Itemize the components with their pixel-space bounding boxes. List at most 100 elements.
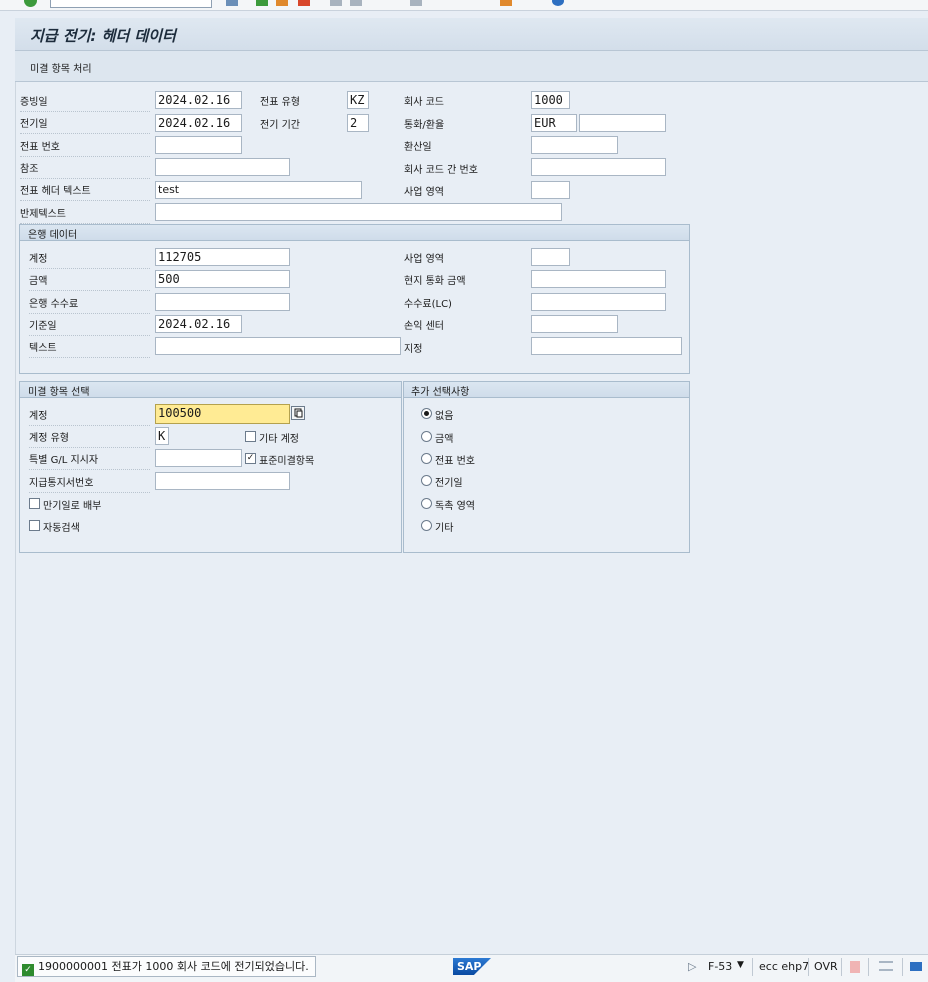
radio-none[interactable]	[421, 408, 432, 419]
first-page-icon[interactable]	[410, 0, 422, 6]
lock-icon[interactable]	[910, 962, 922, 971]
expand-status-icon[interactable]: ▷	[688, 960, 696, 973]
status-separator	[841, 958, 842, 976]
bank-charges-label: 은행 수수료	[29, 295, 150, 314]
save-icon[interactable]	[226, 0, 238, 6]
status-separator	[868, 958, 869, 976]
translation-date-label: 환산일	[404, 142, 432, 153]
amount-input[interactable]: 500	[155, 270, 290, 288]
cancel-icon[interactable]	[298, 0, 310, 6]
other-accounts-checkbox[interactable]	[245, 431, 256, 442]
back-icon[interactable]	[256, 0, 268, 6]
insert-mode[interactable]: OVR	[814, 960, 838, 973]
automatic-search-checkbox[interactable]	[29, 520, 40, 531]
status-message-text: 1900000001 전표가 1000 회사 코드에 전기되었습니다.	[38, 960, 309, 973]
cross-cc-number-label: 회사 코드 간 번호	[404, 165, 478, 176]
posting-date-label: 전기일	[20, 115, 150, 134]
value-date-input[interactable]: 2024.02.16	[155, 315, 242, 333]
radio-none-label: 없음	[435, 411, 454, 422]
doc-type-label: 전표 유형	[260, 97, 300, 108]
doc-type-input[interactable]: KZ	[347, 91, 369, 109]
header-business-area-input[interactable]	[531, 181, 570, 199]
posting-period-label: 전기 기간	[260, 120, 300, 131]
exit-icon[interactable]	[276, 0, 288, 6]
system-name: ecc ehp7	[759, 960, 810, 973]
status-separator	[808, 958, 809, 976]
connection-icon	[850, 961, 860, 973]
command-field[interactable]	[50, 0, 212, 8]
search-help-icon[interactable]	[291, 406, 305, 420]
lc-charges-label: 수수료(LC)	[404, 299, 452, 310]
radio-document-number[interactable]	[421, 453, 432, 464]
company-code-label: 회사 코드	[404, 97, 444, 108]
special-gl-input[interactable]	[155, 449, 242, 467]
screen-title: 지급 전기: 헤더 데이터	[30, 27, 176, 45]
bank-text-label: 텍스트	[29, 339, 150, 358]
doc-number-label: 전표 번호	[20, 138, 150, 157]
open-item-selection-title: 미결 항목 선택	[28, 387, 90, 398]
radio-others[interactable]	[421, 520, 432, 531]
payment-advice-input[interactable]	[155, 472, 290, 490]
radio-dunning-area[interactable]	[421, 498, 432, 509]
assignment-label: 지정	[404, 344, 423, 355]
bank-text-input[interactable]	[155, 337, 401, 355]
standard-open-items-label: 표준미결항목	[259, 456, 315, 467]
session-dropdown-icon[interactable]: ▼	[737, 960, 744, 970]
header-text-input[interactable]: test	[155, 181, 362, 199]
status-message[interactable]: ✓ 1900000001 전표가 1000 회사 코드에 전기되었습니다.	[17, 956, 316, 977]
status-separator	[902, 958, 903, 976]
lc-amount-label: 현지 통화 금액	[404, 276, 466, 287]
automatic-search-label: 자동검색	[43, 523, 80, 534]
radio-posting-date-label: 전기일	[435, 478, 463, 489]
radio-amount-label: 금액	[435, 434, 454, 445]
posting-period-input[interactable]: 2	[347, 114, 369, 132]
bank-business-area-input[interactable]	[531, 248, 570, 266]
print-icon[interactable]	[330, 0, 342, 6]
clearing-text-label: 반제텍스트	[20, 205, 150, 224]
company-code-input[interactable]: 1000	[531, 91, 570, 109]
standard-open-items-checkbox[interactable]: ✓	[245, 453, 256, 464]
currency-input[interactable]: EUR	[531, 114, 577, 132]
bank-business-area-label: 사업 영역	[404, 254, 444, 265]
bank-account-input[interactable]: 112705	[155, 248, 290, 266]
doc-number-input[interactable]	[155, 136, 242, 154]
distribute-by-age-checkbox[interactable]	[29, 498, 40, 509]
find-icon[interactable]	[350, 0, 362, 6]
account-type-input[interactable]: K	[155, 427, 169, 445]
header-text-label: 전표 헤더 텍스트	[20, 182, 150, 201]
lc-charges-input[interactable]	[531, 293, 666, 311]
lc-amount-input[interactable]	[531, 270, 666, 288]
value-date-label: 기준일	[29, 317, 150, 336]
exchange-rate-input[interactable]	[579, 114, 666, 132]
special-gl-label: 특별 G/L 지시자	[29, 451, 150, 470]
header-business-area-label: 사업 영역	[404, 187, 444, 198]
profit-center-input[interactable]	[531, 315, 618, 333]
distribute-by-age-label: 만기일로 배부	[43, 501, 102, 512]
radio-dunning-area-label: 독촉 영역	[435, 501, 475, 512]
currency-label: 통화/환율	[404, 120, 445, 131]
bank-charges-input[interactable]	[155, 293, 290, 311]
account-type-label: 계정 유형	[29, 429, 150, 448]
create-session-icon[interactable]	[500, 0, 512, 6]
payment-advice-label: 지급통지서번호	[29, 474, 150, 493]
posting-date-input[interactable]: 2024.02.16	[155, 114, 242, 132]
cross-cc-number-input[interactable]	[531, 158, 666, 176]
doc-date-input[interactable]: 2024.02.16	[155, 91, 242, 109]
process-open-items-button[interactable]: 미결 항목 처리	[30, 60, 92, 75]
transaction-code[interactable]: F-53	[708, 960, 732, 973]
amount-label: 금액	[29, 272, 150, 291]
status-separator	[752, 958, 753, 976]
radio-posting-date[interactable]	[421, 475, 432, 486]
doc-date-label: 증빙일	[20, 93, 150, 112]
clearing-text-input[interactable]	[155, 203, 562, 221]
assignment-input[interactable]	[531, 337, 682, 355]
radio-amount[interactable]	[421, 431, 432, 442]
reference-input[interactable]	[155, 158, 290, 176]
translation-date-input[interactable]	[531, 136, 618, 154]
profit-center-label: 손익 센터	[404, 321, 444, 332]
reference-label: 참조	[20, 160, 150, 179]
bank-account-label: 계정	[29, 250, 150, 269]
oi-account-input[interactable]: 100500	[155, 404, 290, 424]
radio-others-label: 기타	[435, 523, 454, 534]
additional-selections-title: 추가 선택사항	[411, 387, 470, 398]
